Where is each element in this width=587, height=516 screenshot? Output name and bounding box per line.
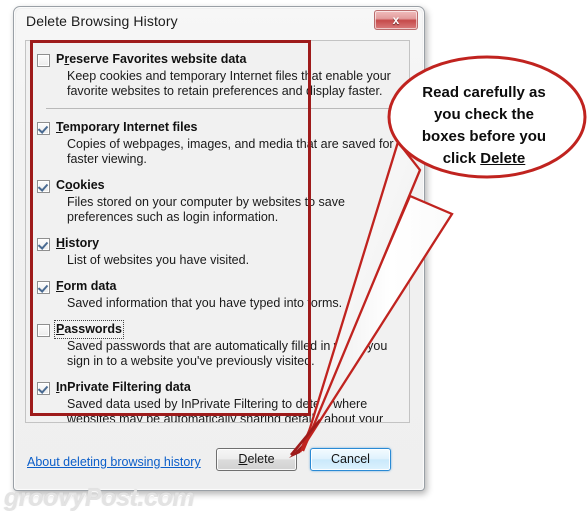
- option-label-cookies[interactable]: Cookies: [56, 178, 105, 193]
- cancel-button[interactable]: Cancel: [310, 448, 391, 471]
- option-header[interactable]: InPrivate Filtering data: [37, 380, 399, 395]
- option-label-inprivate-filtering-data[interactable]: InPrivate Filtering data: [56, 380, 191, 395]
- options-list: Preserve Favorites website data Keep cook…: [26, 41, 409, 423]
- delete-button-label: Delete: [238, 452, 274, 466]
- checkbox-inprivate-filtering-data[interactable]: [37, 382, 50, 395]
- option-header[interactable]: Form data: [37, 279, 399, 294]
- callout-line-3: boxes before you: [421, 128, 547, 145]
- option-description-history: List of websites you have visited.: [67, 253, 250, 267]
- option-description-inprivate-filtering-data: Saved data used by InPrivate Filtering t…: [67, 397, 384, 423]
- option-description-passwords: Saved passwords that are automatically f…: [67, 339, 388, 368]
- checkbox-form-data[interactable]: [37, 281, 50, 294]
- window-title: Delete Browsing History: [26, 13, 178, 29]
- label-pre: C: [56, 178, 66, 192]
- option-header[interactable]: Cookies: [37, 178, 399, 193]
- label-post: asswords: [64, 322, 123, 336]
- option-label-temporary-internet-files[interactable]: Temporary Internet files: [56, 120, 197, 135]
- option-header[interactable]: Preserve Favorites website data: [37, 52, 399, 67]
- callout-text: Read carefully as you check the boxes be…: [402, 82, 566, 170]
- option-history[interactable]: History List of websites you have visited…: [26, 225, 409, 268]
- option-spacer: [37, 41, 399, 52]
- close-button[interactable]: x: [374, 10, 418, 30]
- about-deleting-browsing-history-link[interactable]: About deleting browsing history: [27, 455, 201, 469]
- label-post: orm data: [63, 279, 117, 293]
- checkbox-history[interactable]: [37, 238, 50, 251]
- label-post: okies: [72, 178, 105, 192]
- checkbox-preserve-favorites[interactable]: [37, 54, 50, 67]
- checkbox-cookies[interactable]: [37, 180, 50, 193]
- delete-browsing-history-dialog: Delete Browsing History x Preserve Favor…: [13, 6, 425, 491]
- close-icon: x: [392, 13, 400, 27]
- option-label-history[interactable]: History: [56, 236, 99, 251]
- option-description-temporary-internet-files: Copies of webpages, images, and media th…: [67, 137, 394, 166]
- label-accelerator: o: [65, 178, 73, 192]
- callout-line-4: click Delete: [402, 148, 566, 170]
- options-panel[interactable]: Preserve Favorites website data Keep cook…: [25, 40, 410, 423]
- option-spacer: [37, 311, 399, 322]
- option-header[interactable]: Passwords: [37, 320, 399, 339]
- option-header[interactable]: History: [37, 236, 399, 251]
- delete-label-rest: elete: [247, 452, 275, 466]
- label-post: eserve Favorites website data: [69, 52, 247, 66]
- option-spacer: [37, 109, 399, 120]
- option-description-cookies: Files stored on your computer by website…: [67, 195, 345, 224]
- option-inprivate-filtering-data[interactable]: InPrivate Filtering data Saved data used …: [26, 369, 409, 423]
- option-preserve-favorites[interactable]: Preserve Favorites website data Keep cook…: [26, 41, 409, 99]
- label-accelerator: T: [56, 120, 63, 134]
- option-passwords[interactable]: Passwords Saved passwords that are automa…: [26, 311, 409, 369]
- option-description-preserve-favorites: Keep cookies and temporary Internet file…: [67, 69, 391, 98]
- title-bar: Delete Browsing History x: [14, 7, 424, 37]
- option-form-data[interactable]: Form data Saved information that you have…: [26, 268, 409, 311]
- option-spacer: [37, 369, 399, 380]
- callout-line-2: you check the: [433, 106, 535, 123]
- option-label-form-data[interactable]: Form data: [56, 279, 116, 294]
- option-description-form-data: Saved information that you have typed in…: [67, 296, 343, 310]
- option-spacer: [37, 167, 399, 178]
- label-post: nPrivate Filtering data: [59, 380, 191, 394]
- label-accelerator: H: [56, 236, 66, 250]
- watermark: groovyPost.com: [4, 484, 195, 512]
- option-temporary-internet-files[interactable]: Temporary Internet files Copies of webpag…: [26, 109, 409, 167]
- option-label-passwords[interactable]: Passwords: [53, 320, 125, 339]
- delete-button[interactable]: Delete: [216, 448, 297, 471]
- label-post: emporary Internet files: [62, 120, 198, 134]
- checkbox-passwords[interactable]: [37, 324, 50, 337]
- callout-line-1: Read carefully as: [422, 84, 546, 101]
- option-label-preserve-favorites[interactable]: Preserve Favorites website data: [56, 52, 246, 67]
- option-cookies[interactable]: Cookies Files stored on your computer by …: [26, 167, 409, 225]
- option-spacer: [37, 268, 399, 279]
- label-accelerator: F: [56, 279, 64, 293]
- checkbox-temporary-internet-files[interactable]: [37, 122, 50, 135]
- callout-delete-emphasis: Delete: [480, 150, 526, 167]
- option-header[interactable]: Temporary Internet files: [37, 120, 399, 135]
- option-spacer: [37, 225, 399, 236]
- cancel-button-label: Cancel: [331, 452, 370, 466]
- callout-line-4-pre: click: [442, 150, 481, 167]
- label-post: istory: [65, 236, 100, 250]
